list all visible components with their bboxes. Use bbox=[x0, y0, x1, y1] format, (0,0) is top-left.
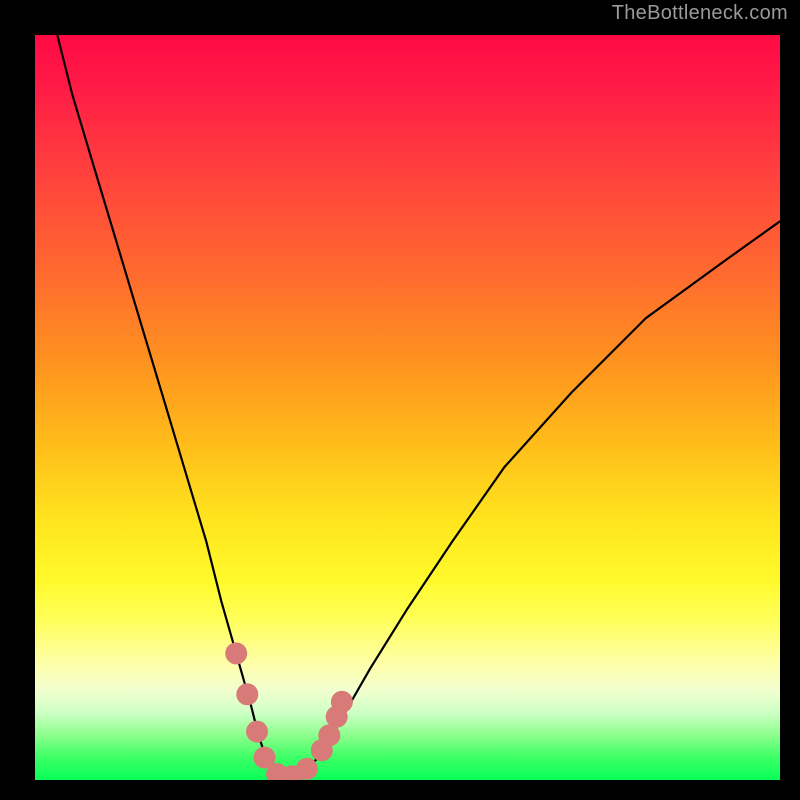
marker-point bbox=[236, 683, 258, 705]
marker-point bbox=[225, 642, 247, 664]
chart-svg bbox=[35, 35, 780, 780]
bottleneck-curve bbox=[57, 35, 780, 780]
watermark-text: TheBottleneck.com bbox=[612, 2, 788, 25]
marker-point bbox=[331, 691, 353, 713]
markers-group bbox=[225, 642, 353, 780]
marker-point bbox=[246, 721, 268, 743]
chart-frame: TheBottleneck.com bbox=[0, 0, 800, 800]
curve-group bbox=[57, 35, 780, 780]
marker-point bbox=[296, 758, 318, 780]
plot-area bbox=[35, 35, 780, 780]
